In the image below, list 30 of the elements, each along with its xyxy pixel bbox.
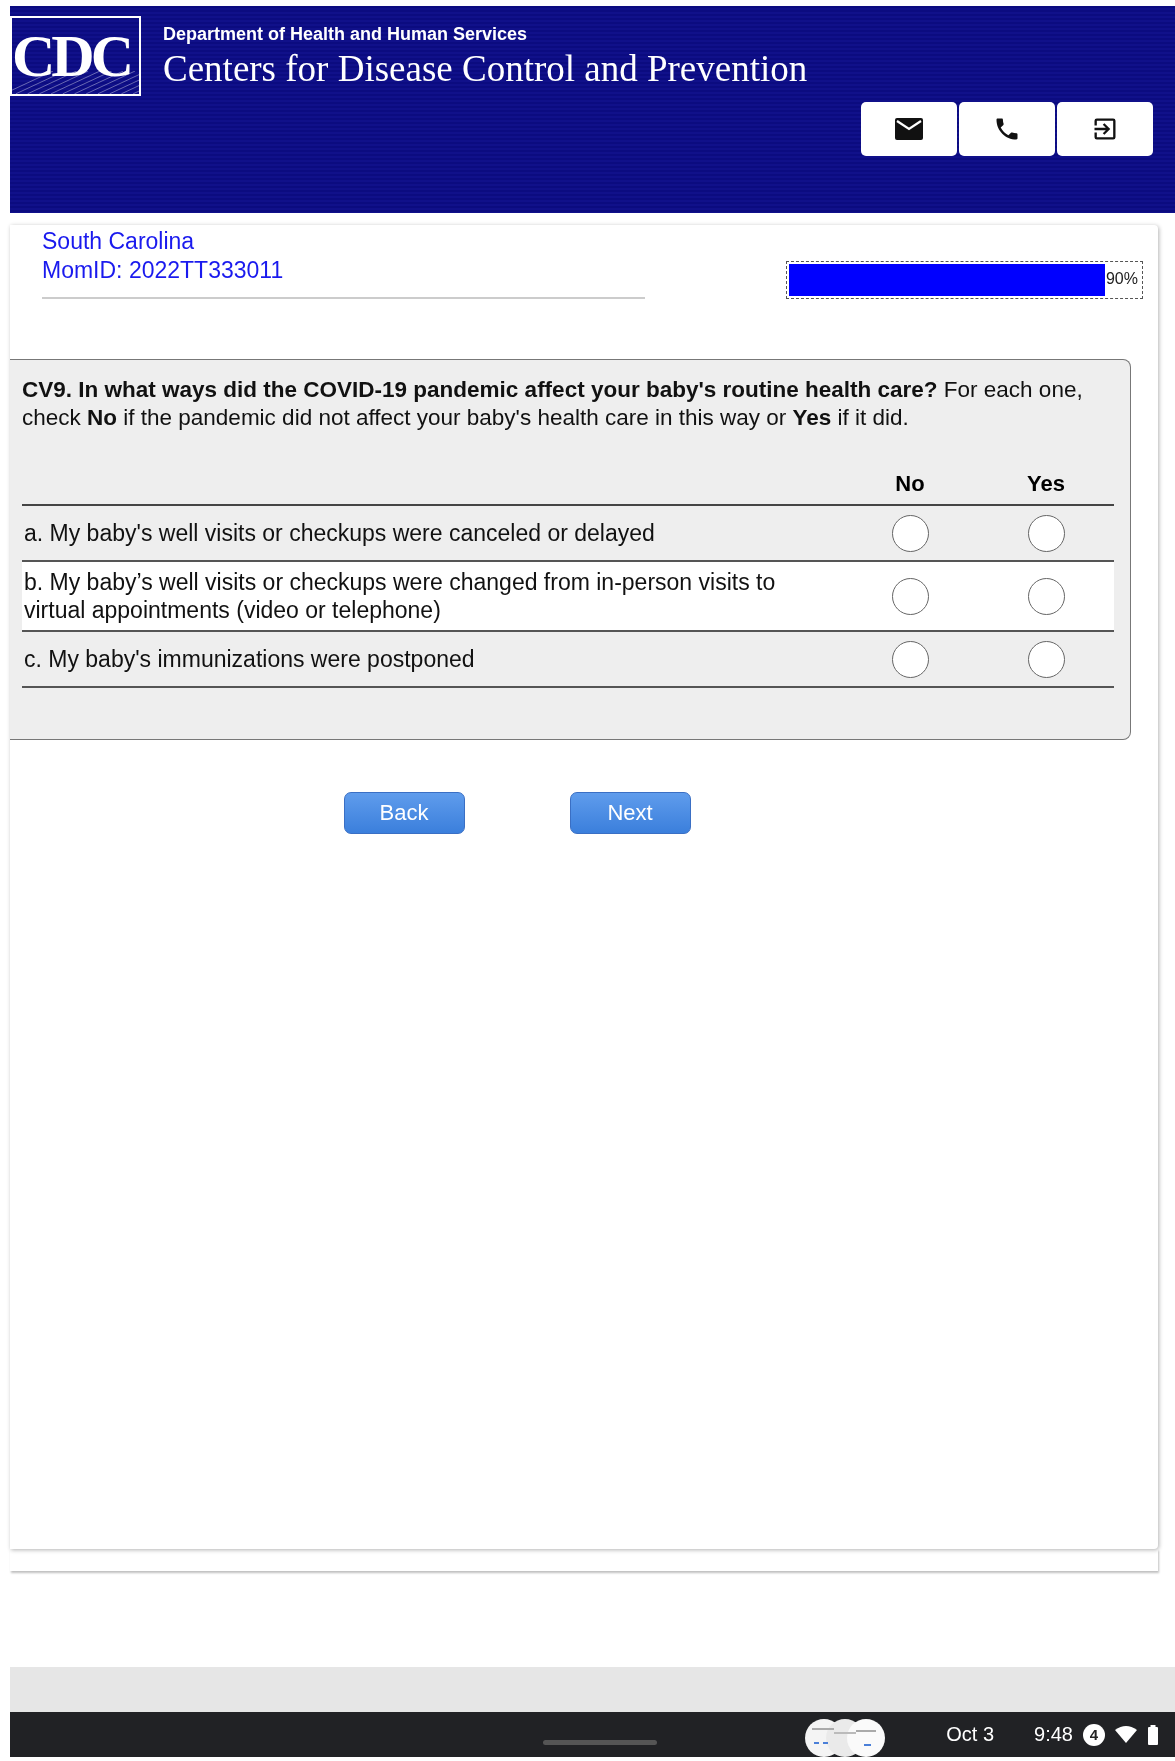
column-header: Yes xyxy=(1026,471,1066,497)
radio-button[interactable] xyxy=(1027,640,1065,678)
radio-button[interactable] xyxy=(891,640,929,678)
item-label: a. My baby's well visits or checkups were canceled or delayed xyxy=(23,519,656,547)
item-label: b. My baby’s well visits or checkups were changed from in-person visits to virtual appointments (video or telephone) xyxy=(23,568,777,624)
department-name: Department of Health and Human Services xyxy=(163,24,529,45)
item-label: c. My baby's immunizations were postponed xyxy=(23,645,476,673)
battery-icon xyxy=(1147,1724,1159,1745)
radio-button[interactable] xyxy=(1027,577,1065,615)
cdc-logo: CDC xyxy=(10,16,141,96)
mom-id: MomID: 2022TT333011 xyxy=(42,256,285,285)
next-button[interactable]: Next xyxy=(569,792,691,834)
phone-button[interactable] xyxy=(959,102,1055,156)
radio-button[interactable] xyxy=(1027,514,1065,552)
column-header: No xyxy=(894,471,926,497)
question-text: CV9. In what ways did the COVID-19 pandemic affect your baby's routine health care? For each one, check No if the pandemic did not affect your baby's health care in this way or Yes if it did. xyxy=(22,376,1084,432)
home-handle[interactable] xyxy=(543,1740,657,1745)
radio-button[interactable] xyxy=(891,514,929,552)
exit-button[interactable] xyxy=(1057,102,1153,156)
progress-reading: 90% xyxy=(1105,270,1138,288)
wifi-icon xyxy=(1115,1725,1137,1744)
notification-count: 4 xyxy=(1083,1723,1105,1746)
status-time: 9:48 xyxy=(1034,1723,1073,1746)
status-date: Oct 3 xyxy=(946,1723,995,1746)
radio-button[interactable] xyxy=(891,577,929,615)
site-title: Centers for Disease Control and Prevention xyxy=(163,47,808,90)
mail-button[interactable] xyxy=(861,102,957,156)
state-name: South Carolina xyxy=(42,227,196,256)
mail-icon xyxy=(894,117,924,141)
back-button[interactable]: Back xyxy=(343,792,465,834)
